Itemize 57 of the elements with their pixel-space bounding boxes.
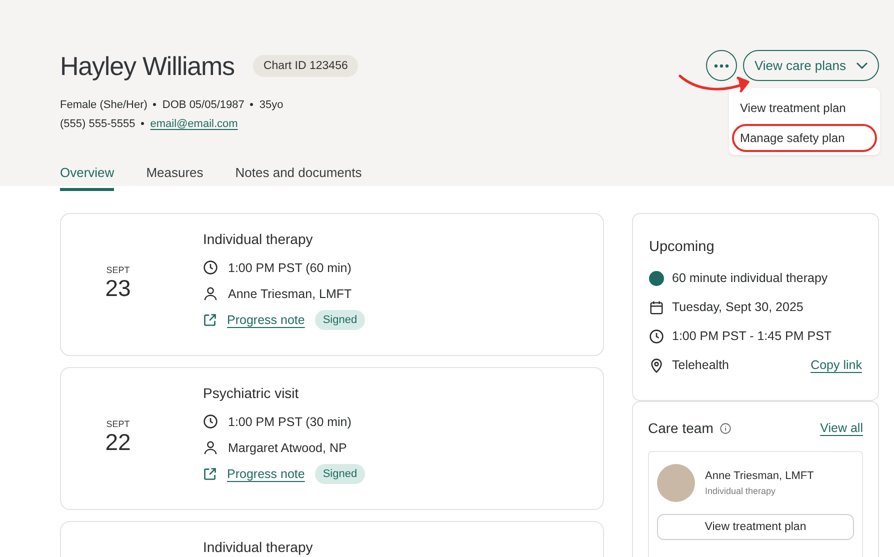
progress-note-link[interactable]: Progress note [227, 312, 305, 326]
view-care-plans-button[interactable]: View care plans [743, 50, 879, 81]
external-link-icon [203, 312, 217, 326]
ellipsis-icon [714, 64, 730, 68]
external-link-icon [203, 466, 217, 480]
info-icon [720, 422, 732, 434]
progress-note-link[interactable]: Progress note [227, 466, 305, 480]
view-all-link[interactable]: View all [820, 421, 863, 435]
clock-icon [649, 328, 664, 344]
appointment-day: 22 [105, 429, 131, 455]
chevron-icon [856, 62, 868, 69]
menu-item[interactable]: Manage safety plan [732, 124, 877, 152]
appointment-month: SEPT [106, 265, 130, 275]
email-link[interactable]: email@email.com [150, 118, 238, 130]
status-badge: Signed [314, 310, 366, 330]
separator-dot [250, 103, 254, 106]
more-options-button[interactable] [706, 50, 738, 81]
session-time: 1:00 PM PST - 1:45 PM PST [672, 329, 832, 343]
tab[interactable]: Measures [146, 157, 204, 191]
appointment-time: 1:00 PM PST (60 min) [228, 260, 352, 274]
calendar-icon [649, 300, 664, 314]
appointment-title: Individual therapy [203, 539, 314, 555]
tab[interactable]: Overview [60, 157, 114, 191]
copy-link[interactable]: Copy link [810, 358, 862, 372]
session-location: Telehealth [672, 358, 729, 372]
appointment-title: Individual therapy [203, 231, 314, 247]
chart-id-badge: Chart ID 123456 [253, 55, 358, 77]
location-pin-icon [649, 358, 664, 372]
appointment-title: Psychiatric visit [203, 385, 300, 401]
appointment-month: SEPT [106, 419, 130, 429]
person-icon [203, 286, 218, 301]
demographic-text: Female (She/Her) [60, 98, 148, 110]
session-date: Tuesday, Sept 30, 2025 [672, 300, 804, 314]
member-name: Anne Triesman, LMFT [705, 470, 814, 482]
tab[interactable]: Notes and documents [235, 157, 362, 191]
annotation-arrow [678, 74, 750, 92]
provider-name: Anne Triesman, LMFT [228, 286, 352, 300]
provider-name: Margaret Atwood, NP [228, 440, 347, 454]
avatar-placeholder [657, 464, 695, 502]
separator-dot [153, 103, 156, 106]
menu-item[interactable]: View treatment plan [732, 94, 877, 122]
separator-dot [141, 122, 144, 125]
person-icon [203, 440, 218, 455]
demographic-text: DOB 05/05/1987 [162, 98, 244, 110]
clock-icon [203, 414, 218, 429]
phone-number: (555) 555-5555 [60, 118, 136, 130]
card-title: Upcoming [649, 239, 716, 255]
patient-name: Hayley Williams [60, 50, 234, 82]
clock-icon [203, 260, 218, 275]
demographic-text: 35yo [259, 98, 284, 110]
status-badge: Signed [314, 464, 366, 484]
member-role: Individual therapy [705, 486, 777, 496]
view-treatment-plan-button[interactable]: View treatment plan [657, 514, 854, 540]
card-title: Care team [648, 420, 714, 436]
session-name: 60 minute individual therapy [672, 271, 828, 285]
appointment-time: 1:00 PM PST (30 min) [228, 414, 352, 428]
appointment-day: 23 [105, 275, 131, 301]
